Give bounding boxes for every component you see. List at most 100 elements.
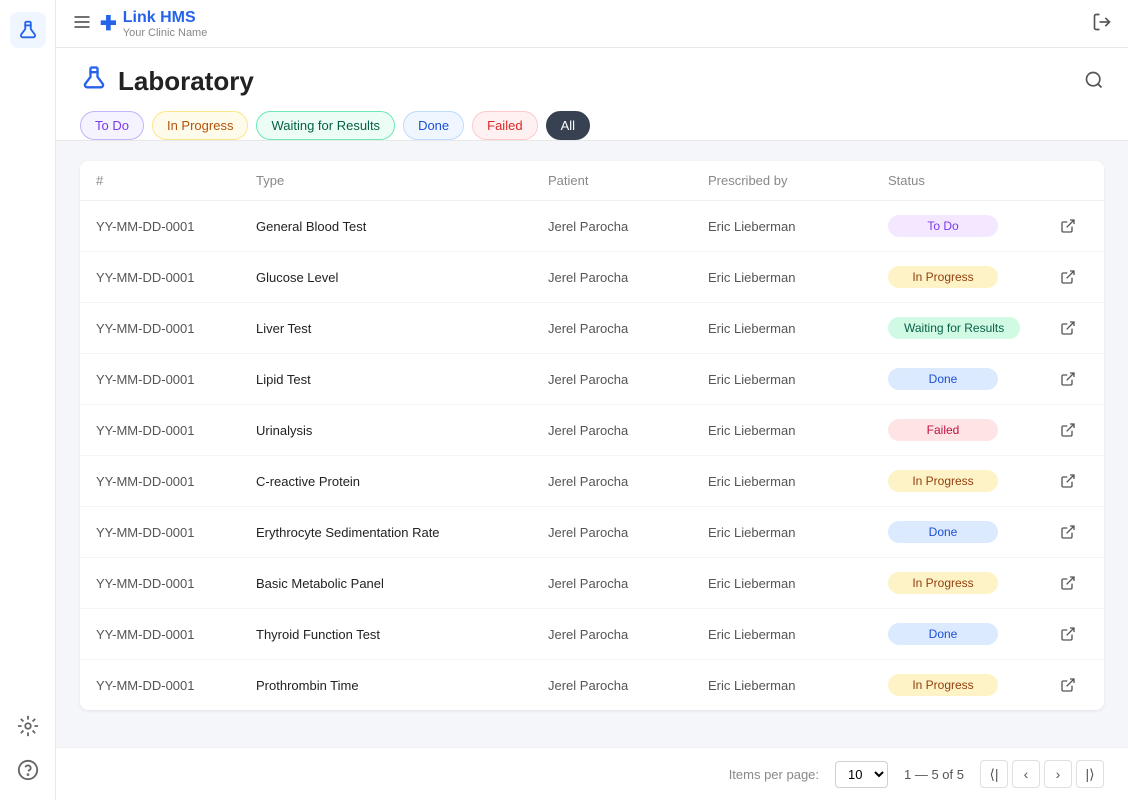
cell-type: C-reactive Protein xyxy=(256,474,548,489)
open-record-button[interactable] xyxy=(1048,320,1088,336)
pagination-bar: Items per page: 10 5 25 50 1 — 5 of 5 ⟨|… xyxy=(56,747,1128,800)
sidebar-item-help[interactable] xyxy=(10,752,46,788)
status-badge: In Progress xyxy=(888,470,998,492)
sidebar-item-lab[interactable] xyxy=(10,12,46,48)
cell-id: YY-MM-DD-0001 xyxy=(96,678,256,693)
filter-tab-todo[interactable]: To Do xyxy=(80,111,144,140)
filter-tab-done[interactable]: Done xyxy=(403,111,464,140)
table-row: YY-MM-DD-0001 Liver Test Jerel Parocha E… xyxy=(80,303,1104,354)
cell-status: Done xyxy=(888,521,1048,543)
cell-prescribed: Eric Lieberman xyxy=(708,678,888,693)
page-header: Laboratory To Do In Progress Waiting for R… xyxy=(56,48,1128,141)
open-record-button[interactable] xyxy=(1048,626,1088,642)
cell-patient: Jerel Parocha xyxy=(548,678,708,693)
col-header-prescribed: Prescribed by xyxy=(708,173,888,188)
prev-page-button[interactable]: ‹ xyxy=(1012,760,1040,788)
status-badge: In Progress xyxy=(888,572,998,594)
cell-status: Failed xyxy=(888,419,1048,441)
table-row: YY-MM-DD-0001 Thyroid Function Test Jere… xyxy=(80,609,1104,660)
brand-name: Link HMS xyxy=(123,9,208,27)
cell-id: YY-MM-DD-0001 xyxy=(96,219,256,234)
cell-status: In Progress xyxy=(888,470,1048,492)
sidebar xyxy=(0,0,56,800)
status-badge: Done xyxy=(888,623,998,645)
cell-status: Done xyxy=(888,623,1048,645)
logout-icon[interactable] xyxy=(1092,12,1112,35)
table-row: YY-MM-DD-0001 Erythrocyte Sedimentation … xyxy=(80,507,1104,558)
cell-id: YY-MM-DD-0001 xyxy=(96,627,256,642)
open-record-button[interactable] xyxy=(1048,218,1088,234)
cell-prescribed: Eric Lieberman xyxy=(708,576,888,591)
table-header: # Type Patient Prescribed by Status xyxy=(80,161,1104,201)
menu-icon[interactable] xyxy=(72,12,92,35)
table-body: YY-MM-DD-0001 General Blood Test Jerel P… xyxy=(80,201,1104,710)
filter-tab-failed[interactable]: Failed xyxy=(472,111,537,140)
first-page-button[interactable]: ⟨| xyxy=(980,760,1008,788)
cell-type: Glucose Level xyxy=(256,270,548,285)
cell-id: YY-MM-DD-0001 xyxy=(96,372,256,387)
cell-prescribed: Eric Lieberman xyxy=(708,525,888,540)
table-row: YY-MM-DD-0001 Lipid Test Jerel Parocha E… xyxy=(80,354,1104,405)
open-record-button[interactable] xyxy=(1048,473,1088,489)
search-icon[interactable] xyxy=(1084,70,1104,93)
items-per-page-select[interactable]: 10 5 25 50 xyxy=(835,761,888,788)
status-badge: Waiting for Results xyxy=(888,317,1020,339)
cell-status: Waiting for Results xyxy=(888,317,1048,339)
cell-prescribed: Eric Lieberman xyxy=(708,423,888,438)
open-record-button[interactable] xyxy=(1048,269,1088,285)
last-page-button[interactable]: |⟩ xyxy=(1076,760,1104,788)
data-table: # Type Patient Prescribed by Status YY-M… xyxy=(80,161,1104,710)
brand: ✚ Link HMS Your Clinic Name xyxy=(100,9,1084,39)
cell-type: Prothrombin Time xyxy=(256,678,548,693)
open-record-button[interactable] xyxy=(1048,371,1088,387)
table-row: YY-MM-DD-0001 Urinalysis Jerel Parocha E… xyxy=(80,405,1104,456)
table-row: YY-MM-DD-0001 General Blood Test Jerel P… xyxy=(80,201,1104,252)
cell-status: In Progress xyxy=(888,572,1048,594)
cell-status: Done xyxy=(888,368,1048,390)
col-header-status: Status xyxy=(888,173,1048,188)
filter-tab-waiting[interactable]: Waiting for Results xyxy=(256,111,395,140)
cell-type: Lipid Test xyxy=(256,372,548,387)
page-title-text: Laboratory xyxy=(118,66,254,97)
content-area: # Type Patient Prescribed by Status YY-M… xyxy=(56,141,1128,747)
cell-prescribed: Eric Lieberman xyxy=(708,270,888,285)
filter-tab-all[interactable]: All xyxy=(546,111,590,140)
cell-type: Liver Test xyxy=(256,321,548,336)
table-row: YY-MM-DD-0001 C-reactive Protein Jerel P… xyxy=(80,456,1104,507)
filter-tab-inprogress[interactable]: In Progress xyxy=(152,111,248,140)
brand-cross-icon: ✚ xyxy=(100,11,117,36)
cell-patient: Jerel Parocha xyxy=(548,270,708,285)
cell-status: In Progress xyxy=(888,674,1048,696)
cell-patient: Jerel Parocha xyxy=(548,525,708,540)
sidebar-item-settings[interactable] xyxy=(10,708,46,744)
cell-type: Basic Metabolic Panel xyxy=(256,576,548,591)
topbar: ✚ Link HMS Your Clinic Name xyxy=(56,0,1128,48)
cell-patient: Jerel Parocha xyxy=(548,576,708,591)
cell-id: YY-MM-DD-0001 xyxy=(96,423,256,438)
pagination-range: 1 — 5 of 5 xyxy=(904,767,964,782)
open-record-button[interactable] xyxy=(1048,524,1088,540)
items-per-page-label: Items per page: xyxy=(729,767,819,782)
pagination-controls: ⟨| ‹ › |⟩ xyxy=(980,760,1104,788)
col-header-action xyxy=(1048,173,1088,188)
open-record-button[interactable] xyxy=(1048,677,1088,693)
topbar-actions xyxy=(1092,12,1112,35)
cell-id: YY-MM-DD-0001 xyxy=(96,474,256,489)
status-badge: Failed xyxy=(888,419,998,441)
cell-id: YY-MM-DD-0001 xyxy=(96,321,256,336)
cell-patient: Jerel Parocha xyxy=(548,219,708,234)
open-record-button[interactable] xyxy=(1048,575,1088,591)
cell-prescribed: Eric Lieberman xyxy=(708,627,888,642)
cell-patient: Jerel Parocha xyxy=(548,321,708,336)
cell-status: In Progress xyxy=(888,266,1048,288)
cell-status: To Do xyxy=(888,215,1048,237)
page-title: Laboratory xyxy=(80,64,254,99)
status-badge: In Progress xyxy=(888,674,998,696)
cell-prescribed: Eric Lieberman xyxy=(708,474,888,489)
next-page-button[interactable]: › xyxy=(1044,760,1072,788)
open-record-button[interactable] xyxy=(1048,422,1088,438)
col-header-id: # xyxy=(96,173,256,188)
table-row: YY-MM-DD-0001 Glucose Level Jerel Paroch… xyxy=(80,252,1104,303)
table-row: YY-MM-DD-0001 Prothrombin Time Jerel Par… xyxy=(80,660,1104,710)
lab-icon xyxy=(80,64,108,99)
